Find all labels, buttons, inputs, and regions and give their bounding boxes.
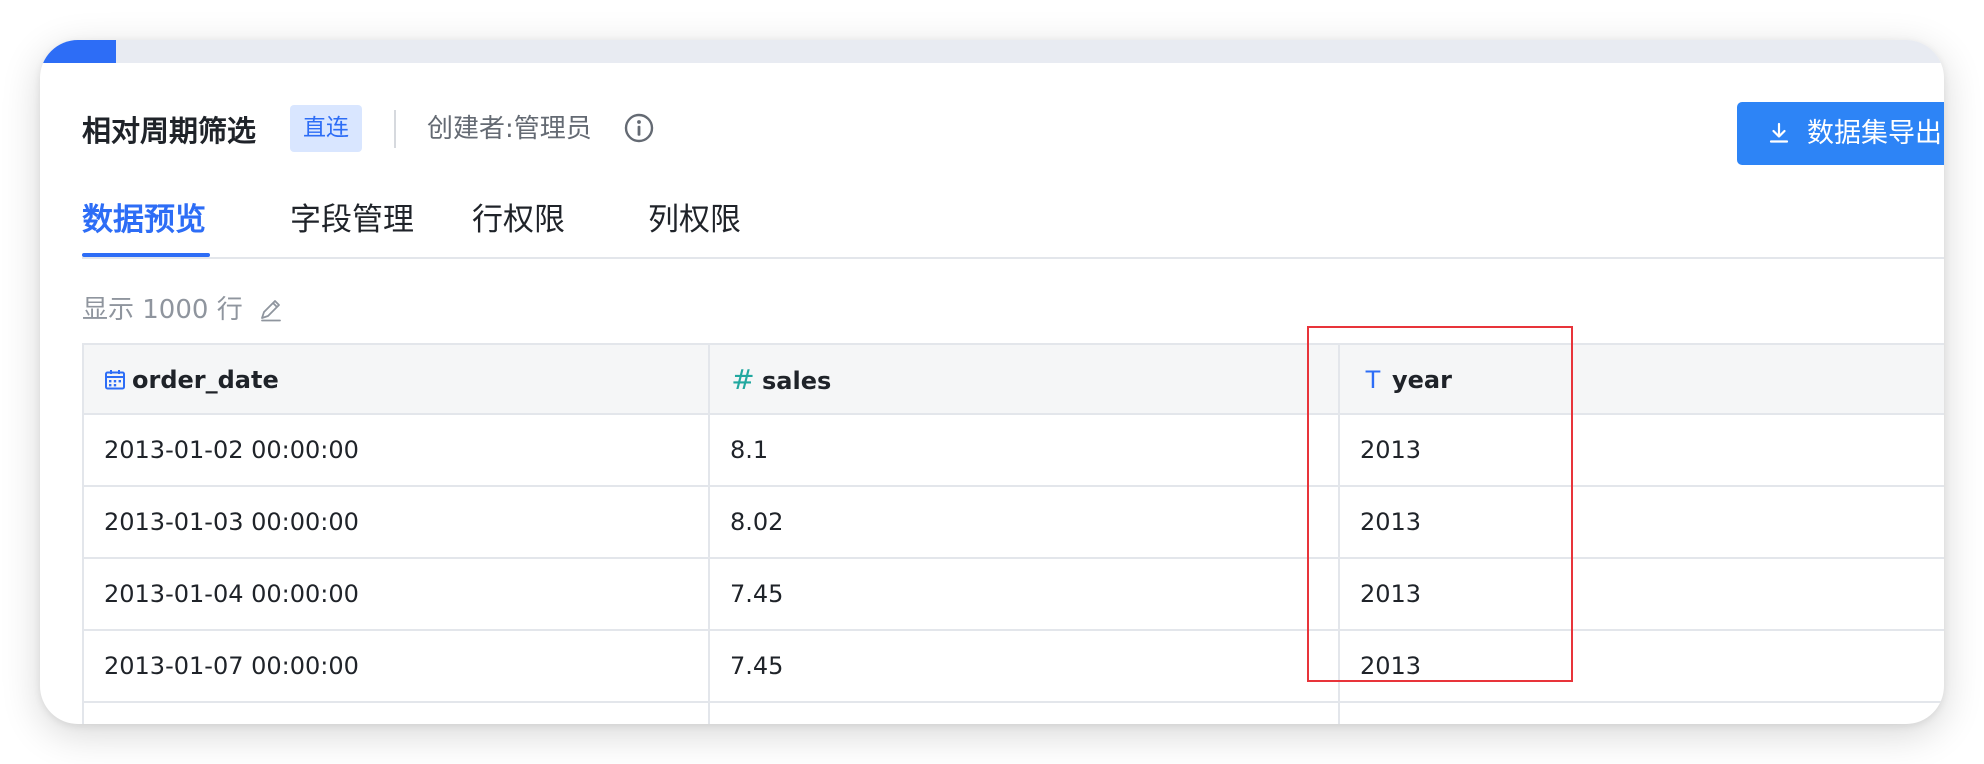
creator-label: 创建者:管理员 <box>427 114 592 144</box>
tab-column-permissions[interactable]: 列权限 <box>648 188 741 252</box>
table-cell: 2013 <box>1360 580 1422 608</box>
hash-icon: # <box>731 363 755 396</box>
table-cell: 2013-01-07 00:00:00 <box>84 631 710 701</box>
table-cell: 2013-01-04 00:00:00 <box>84 559 710 629</box>
table-cell <box>1340 703 1944 724</box>
column-header-year[interactable]: Tyear <box>1340 345 1944 415</box>
column-name: year <box>1392 366 1452 394</box>
column-name: order_date <box>132 366 279 394</box>
table-cell <box>84 703 710 724</box>
table-row: 2013-01-04 00:00:00 7.45 2013 <box>84 559 1944 631</box>
table-cell <box>710 703 1340 724</box>
table-row: 2013-01-07 00:00:00 7.45 2013 <box>84 631 1944 703</box>
table-cell: 8.02 <box>710 487 1340 557</box>
tab-bar: 数据预览 字段管理 行权限 列权限 <box>82 188 1944 252</box>
tab-bar-divider <box>82 257 1944 259</box>
edit-pencil-icon[interactable] <box>258 297 284 323</box>
tab-data-preview[interactable]: 数据预览 <box>82 188 206 252</box>
top-progress-fill <box>40 40 117 63</box>
row-count-label: 显示 1000 行 <box>82 295 243 325</box>
app-window: 相对周期筛选 直连 创建者:管理员 数据集导出 数据预览 字段管理 行权限 列权… <box>40 40 1944 724</box>
table-row <box>84 703 1944 724</box>
data-preview-table: order_date # sales Tyear 2013-01-02 00:00… <box>82 343 1944 724</box>
header-divider <box>394 110 396 148</box>
connection-badge: 直连 <box>290 105 362 152</box>
download-icon <box>1769 122 1789 143</box>
table-cell: 7.45 <box>710 559 1340 629</box>
table-cell: 8.1 <box>710 415 1340 485</box>
table-row: 2013-01-02 00:00:00 8.1 2013 <box>84 415 1944 487</box>
table-cell: 2013-01-03 00:00:00 <box>84 487 710 557</box>
table-cell: 2013-01-02 00:00:00 <box>84 415 710 485</box>
table-cell: 7.45 <box>710 631 1340 701</box>
text-type-icon: T <box>1365 366 1381 394</box>
table-cell: 2013 <box>1360 508 1422 536</box>
top-progress-track <box>40 40 1944 63</box>
info-circle-icon[interactable] <box>623 112 655 144</box>
tab-row-permissions[interactable]: 行权限 <box>472 188 565 252</box>
calendar-icon <box>105 370 125 390</box>
table-cell: 2013 <box>1360 436 1422 464</box>
dataset-title: 相对周期筛选 <box>82 114 257 148</box>
column-name: sales <box>762 367 832 395</box>
column-header-sales[interactable]: # sales <box>710 345 1340 415</box>
table-row: 2013-01-03 00:00:00 8.02 2013 <box>84 487 1944 559</box>
table-header-row: order_date # sales Tyear <box>84 343 1944 415</box>
export-button-label: 数据集导出 <box>1807 118 1942 149</box>
column-header-order-date[interactable]: order_date <box>84 345 710 415</box>
tab-field-management[interactable]: 字段管理 <box>290 188 414 252</box>
table-cell: 2013 <box>1360 652 1422 680</box>
export-dataset-button[interactable]: 数据集导出 <box>1737 102 1944 165</box>
